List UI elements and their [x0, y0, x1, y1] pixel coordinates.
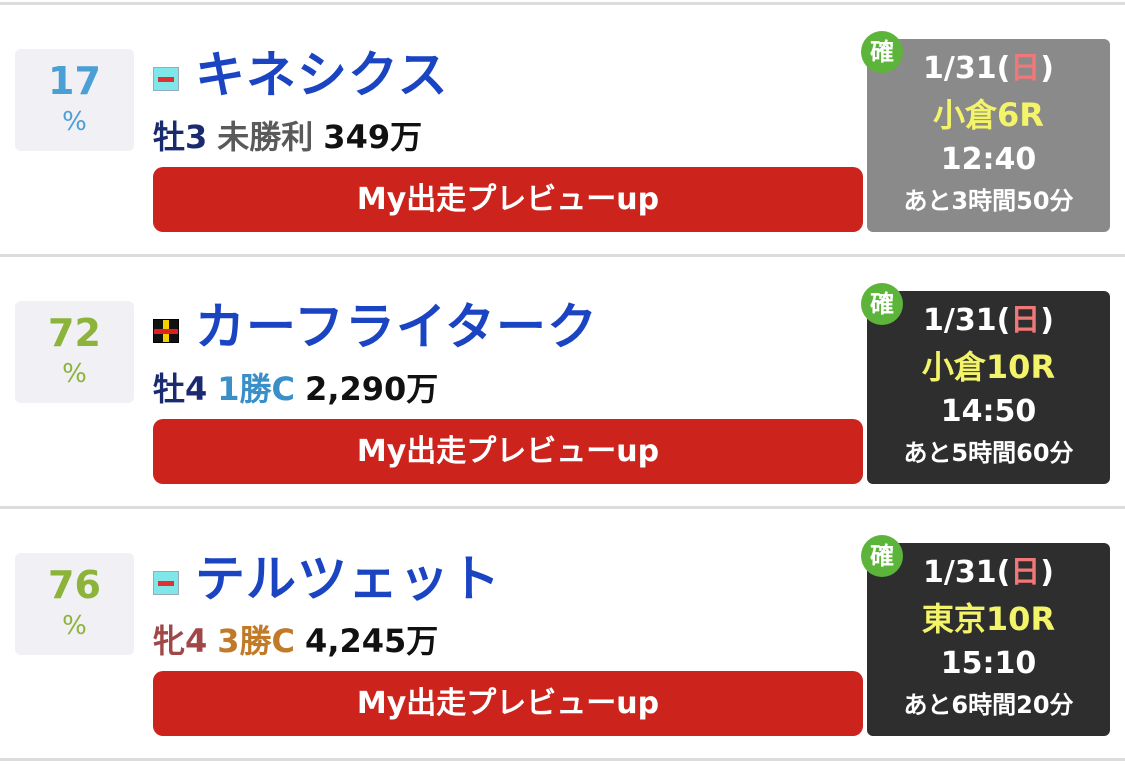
race-schedule-box[interactable]: 1/31(日) 東京10R 15:10 あと6時間20分	[867, 543, 1110, 736]
jockey-silk-icon	[153, 67, 179, 91]
race-day-of-week: 日	[1010, 303, 1041, 338]
confirmed-badge-icon: 確	[861, 283, 903, 325]
race-class: 1勝C	[217, 370, 296, 408]
post-time: 12:40	[940, 142, 1037, 177]
percent-sign: %	[62, 107, 87, 137]
horse-name[interactable]: テルツェット	[195, 547, 501, 611]
time-remaining: あと6時間20分	[903, 691, 1074, 719]
race-entry-row[interactable]: 17 % キネシクス 牡3 未勝利 349万 My出走プレビューup 1/31(日)…	[0, 5, 1125, 257]
win-percentage-value: 72	[48, 311, 101, 355]
race-day-of-week: 日	[1010, 51, 1041, 86]
jockey-silk-icon	[153, 571, 179, 595]
race-date: 1/31(日)	[922, 555, 1054, 590]
confirmed-badge-icon: 確	[861, 535, 903, 577]
prize-money: 2,290万	[305, 370, 439, 408]
win-percentage-value: 76	[48, 563, 101, 607]
race-venue: 東京10R	[921, 600, 1056, 638]
horse-info: 牡3 未勝利 349万	[153, 117, 432, 157]
race-day-of-week: 日	[1010, 555, 1041, 590]
race-venue: 小倉10R	[921, 348, 1056, 386]
horse-name[interactable]: キネシクス	[195, 43, 449, 107]
time-remaining: あと3時間50分	[903, 187, 1074, 215]
race-entry-row[interactable]: 72 % カーフライターク 牡4 1勝C 2,290万 My出走プレビューup 1/…	[0, 257, 1125, 509]
race-class: 3勝C	[217, 622, 296, 660]
race-schedule-box[interactable]: 1/31(日) 小倉6R 12:40 あと3時間50分	[867, 39, 1110, 232]
horse-name[interactable]: カーフライターク	[195, 295, 598, 359]
jockey-silk-icon	[153, 319, 179, 343]
sex-age: 牡3	[153, 118, 208, 156]
race-schedule-box[interactable]: 1/31(日) 小倉10R 14:50 あと5時間60分	[867, 291, 1110, 484]
my-preview-button[interactable]: My出走プレビューup	[153, 671, 863, 736]
prize-money: 4,245万	[305, 622, 439, 660]
race-date: 1/31(日)	[922, 51, 1054, 86]
prize-money: 349万	[323, 118, 423, 156]
race-date: 1/31(日)	[922, 303, 1054, 338]
win-percentage-box: 76 %	[15, 553, 134, 655]
win-percentage-box: 72 %	[15, 301, 134, 403]
sex-age: 牡4	[153, 370, 208, 408]
horse-info: 牡4 1勝C 2,290万	[153, 369, 448, 409]
post-time: 14:50	[940, 394, 1037, 429]
post-time: 15:10	[940, 646, 1037, 681]
percent-sign: %	[62, 359, 87, 389]
race-class: 未勝利	[217, 118, 314, 156]
race-entry-row[interactable]: 76 % テルツェット 牝4 3勝C 4,245万 My出走プレビューup 1/31…	[0, 509, 1125, 761]
my-preview-button[interactable]: My出走プレビューup	[153, 167, 863, 232]
time-remaining: あと5時間60分	[903, 439, 1074, 467]
sex-age: 牝4	[153, 622, 208, 660]
horse-info: 牝4 3勝C 4,245万	[153, 621, 448, 661]
percent-sign: %	[62, 611, 87, 641]
win-percentage-box: 17 %	[15, 49, 134, 151]
confirmed-badge-icon: 確	[861, 31, 903, 73]
win-percentage-value: 17	[48, 59, 101, 103]
my-preview-button[interactable]: My出走プレビューup	[153, 419, 863, 484]
race-venue: 小倉6R	[933, 96, 1044, 134]
